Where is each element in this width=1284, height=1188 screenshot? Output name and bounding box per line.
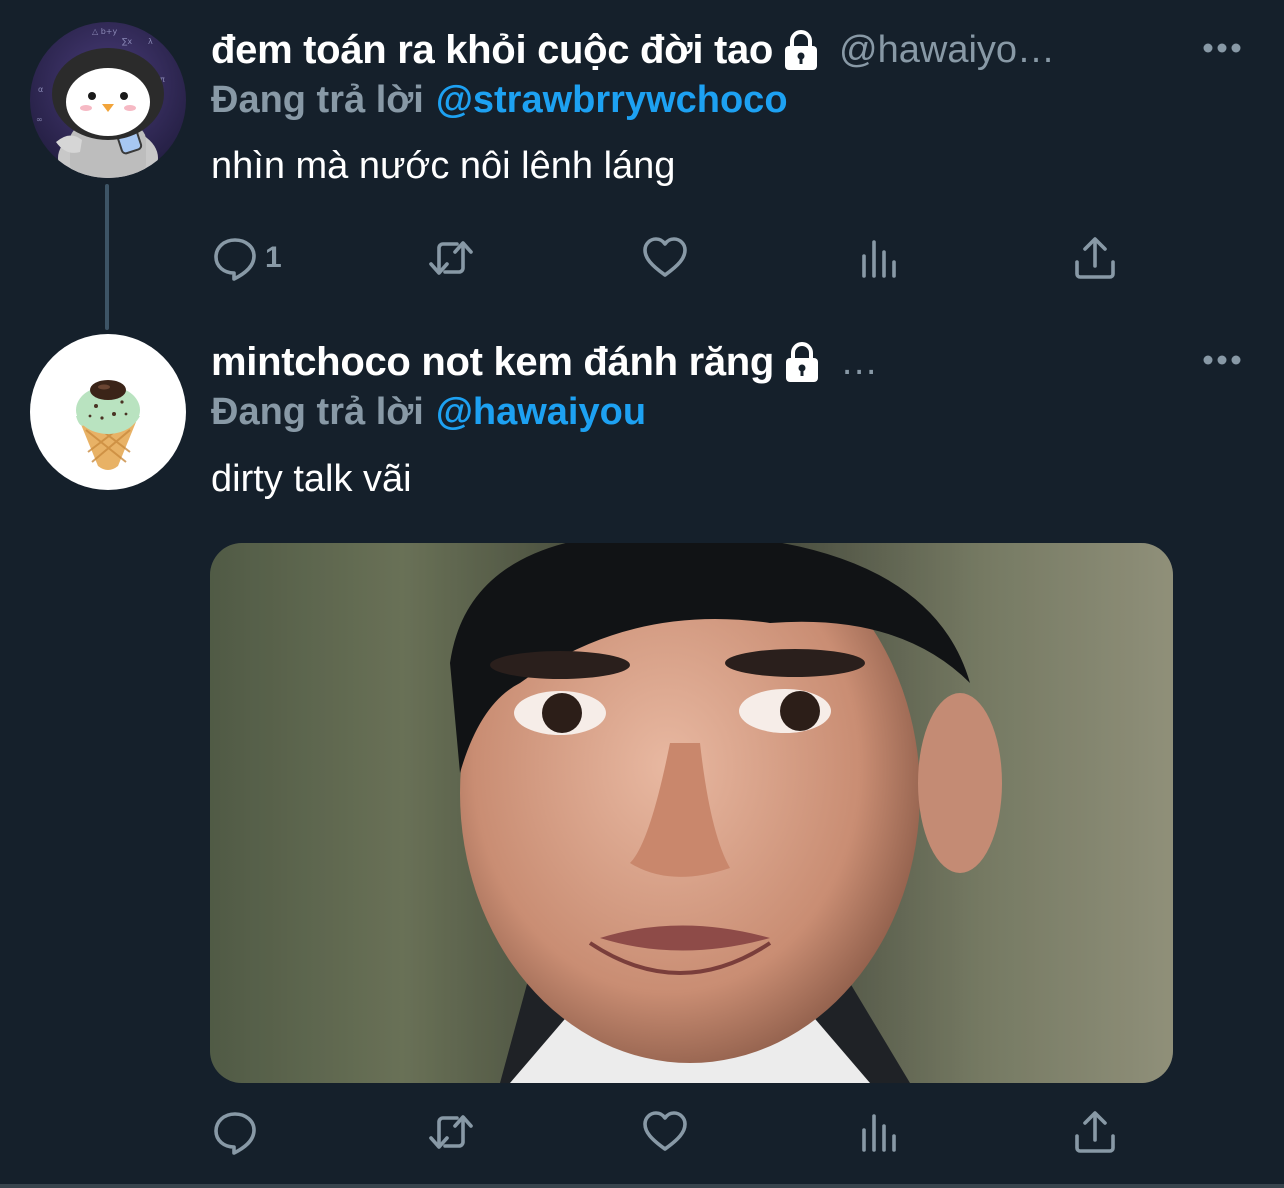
tweet-thread: △ b+y λ √‾ ∑x α π ∞ đem toán ra khỏi cuộ… [0, 0, 1284, 1188]
replying-to-mention[interactable]: @strawbrrywchoco [436, 79, 788, 122]
retweet-icon [429, 1115, 473, 1149]
tweet-actions [211, 1106, 1131, 1158]
share-icon [1075, 1111, 1115, 1153]
avatar-ice-cream[interactable] [30, 334, 186, 490]
reaction-photo[interactable] [210, 543, 1173, 1083]
more-options-icon[interactable] [1200, 350, 1244, 370]
ice-cream-avatar-image [30, 334, 186, 490]
thread-connector-line [105, 184, 109, 330]
penguin-avatar-image: △ b+y λ √‾ ∑x α π ∞ [30, 22, 186, 178]
reaction-photo-image [210, 543, 1173, 1083]
like-button[interactable] [641, 232, 689, 284]
display-name[interactable]: đem toán ra khỏi cuộc đời tao [211, 28, 773, 73]
avatar-penguin[interactable]: △ b+y λ √‾ ∑x α π ∞ [30, 22, 186, 178]
analytics-icon [862, 1114, 896, 1152]
share-button[interactable] [1071, 1106, 1119, 1158]
svg-text:∑x: ∑x [122, 37, 132, 46]
analytics-icon [862, 240, 896, 278]
svg-text:∞: ∞ [36, 115, 43, 124]
replying-to-label: Đang trả lời [211, 390, 424, 433]
retweet-icon [429, 241, 473, 275]
svg-text:√‾: √‾ [42, 45, 52, 54]
lock-icon [782, 340, 822, 384]
heart-icon [643, 237, 687, 277]
svg-text:λ: λ [148, 37, 153, 46]
reply-count: 1 [265, 241, 282, 274]
replying-to: Đang trả lời @strawbrrywchoco [211, 76, 788, 124]
tweet-header: đem toán ra khỏi cuộc đời tao @hawaiyo… [211, 24, 1055, 76]
heart-icon [643, 1111, 687, 1151]
svg-text:α: α [38, 85, 43, 94]
retweet-button[interactable] [427, 1106, 475, 1158]
tweet-text: dirty talk vãi [211, 458, 412, 500]
user-handle[interactable]: … [840, 341, 878, 384]
reply-button[interactable] [211, 1106, 265, 1158]
svg-text:△ b+y: △ b+y [92, 27, 117, 36]
share-icon [1075, 237, 1115, 279]
reply-button[interactable]: 1 [211, 232, 282, 284]
reply-icon [214, 1112, 256, 1155]
analytics-button[interactable] [856, 232, 904, 284]
like-button[interactable] [641, 1106, 689, 1158]
reply-icon [214, 238, 256, 281]
lock-icon [781, 28, 821, 72]
divider [0, 1184, 1284, 1188]
share-button[interactable] [1071, 232, 1119, 284]
retweet-button[interactable] [427, 232, 475, 284]
tweet-header: mintchoco not kem đánh răng … [211, 336, 878, 388]
analytics-button[interactable] [856, 1106, 904, 1158]
display-name[interactable]: mintchoco not kem đánh răng [211, 340, 774, 385]
replying-to-mention[interactable]: @hawaiyou [436, 391, 646, 434]
user-handle[interactable]: @hawaiyo… [839, 29, 1055, 72]
more-options-icon[interactable] [1200, 38, 1244, 58]
tweet-actions: 1 [211, 232, 1131, 284]
replying-to-label: Đang trả lời [211, 78, 424, 121]
tweet-text: nhìn mà nước nôi lênh láng [211, 145, 676, 187]
replying-to: Đang trả lời @hawaiyou [211, 388, 646, 436]
